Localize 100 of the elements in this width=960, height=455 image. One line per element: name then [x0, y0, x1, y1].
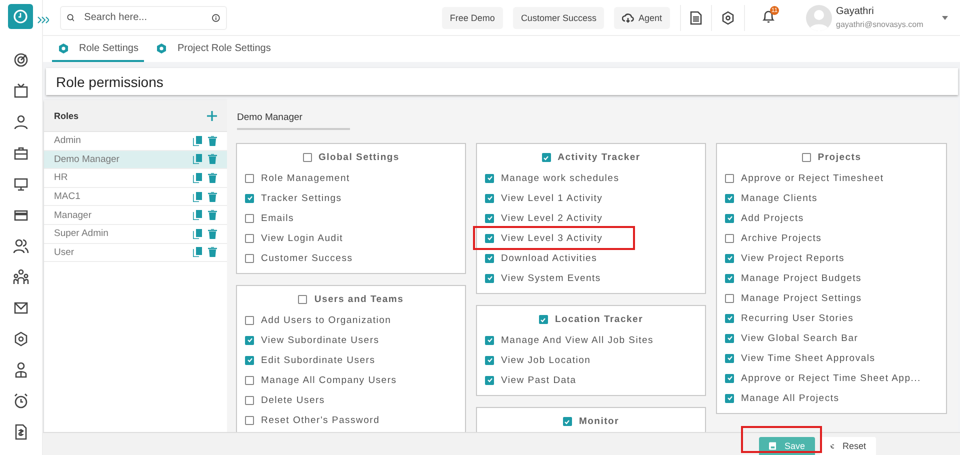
checkbox[interactable] — [485, 234, 494, 242]
permission-label: Emails — [261, 212, 294, 224]
app-logo[interactable] — [8, 4, 33, 29]
permission-label: View Global Search Bar — [741, 332, 858, 344]
permission-label: Tracker Settings — [261, 192, 342, 204]
trash-icon[interactable] — [208, 192, 217, 202]
copy-icon[interactable] — [193, 228, 202, 239]
trash-icon[interactable] — [208, 172, 217, 183]
checkbox[interactable] — [725, 274, 734, 282]
invoice-icon[interactable] — [13, 424, 29, 440]
checkbox[interactable] — [485, 274, 494, 282]
monitor-icon[interactable] — [13, 176, 29, 192]
trash-icon[interactable] — [208, 210, 217, 220]
group-title: Monitor — [578, 416, 620, 427]
reset-button[interactable]: Reset — [820, 437, 876, 455]
checkbox[interactable] — [485, 214, 494, 222]
permission-label: Manage work schedules — [501, 172, 620, 184]
checkbox[interactable] — [538, 315, 548, 324]
checkbox[interactable] — [725, 314, 734, 322]
alarm-clock-icon[interactable] — [13, 393, 29, 409]
checkbox[interactable] — [725, 334, 734, 342]
checkbox[interactable] — [245, 336, 254, 344]
checkbox[interactable] — [725, 294, 734, 302]
permission-label: Role Management — [261, 172, 350, 184]
header-button[interactable]: Customer Success — [512, 6, 604, 28]
checkbox[interactable] — [485, 376, 494, 384]
trash-icon[interactable] — [208, 154, 217, 164]
users-icon[interactable] — [13, 238, 29, 254]
trash-icon[interactable] — [208, 136, 217, 146]
group-title: Activity Tracker — [558, 152, 640, 163]
settings-icon[interactable] — [721, 10, 735, 24]
settings-icon[interactable] — [13, 331, 29, 347]
permission-label: View System Events — [501, 272, 601, 284]
checkbox[interactable] — [298, 295, 308, 304]
role-item[interactable]: Manager — [44, 206, 227, 225]
tv-icon[interactable] — [13, 83, 29, 99]
permission-label: Approve or Reject Time Sheet App... — [741, 372, 921, 384]
expand-chevrons-icon[interactable] — [37, 16, 49, 24]
checkbox[interactable] — [245, 234, 254, 242]
document-icon[interactable] — [690, 10, 702, 24]
checkbox[interactable] — [562, 417, 572, 426]
mail-icon[interactable] — [13, 300, 29, 316]
role-item[interactable]: User — [44, 244, 227, 262]
checkbox[interactable] — [725, 374, 734, 382]
page-title: Role permissions — [46, 68, 958, 95]
checkbox[interactable] — [245, 254, 254, 262]
target-icon[interactable] — [13, 52, 29, 68]
checkbox[interactable] — [725, 194, 734, 202]
permission-label: Approve or Reject Timesheet — [741, 172, 884, 184]
copy-icon[interactable] — [193, 210, 202, 220]
checkbox[interactable] — [485, 356, 494, 364]
checkbox[interactable] — [725, 394, 734, 402]
copy-icon[interactable] — [193, 136, 202, 146]
checkbox[interactable] — [245, 416, 254, 424]
checkbox[interactable] — [725, 174, 734, 182]
header-button[interactable]: Free Demo — [442, 6, 503, 28]
role-item[interactable]: Super Admin — [44, 224, 227, 244]
role-item[interactable]: Demo Manager — [44, 150, 227, 170]
caret-icon[interactable] — [942, 16, 948, 20]
checkbox[interactable] — [725, 214, 734, 222]
copy-icon[interactable] — [193, 154, 202, 164]
checkbox[interactable] — [485, 174, 494, 182]
checkbox[interactable] — [245, 316, 254, 324]
checkbox[interactable] — [245, 356, 254, 364]
add-icon[interactable] — [207, 110, 217, 120]
trash-icon[interactable] — [208, 228, 217, 239]
permission-label: Manage Clients — [741, 192, 818, 204]
user-icon[interactable] — [13, 114, 29, 130]
copy-icon[interactable] — [193, 172, 202, 183]
checkbox[interactable] — [725, 254, 734, 262]
permission-label: Archive Projects — [741, 232, 822, 244]
trash-icon[interactable] — [208, 247, 217, 258]
checkbox[interactable] — [485, 194, 494, 202]
role-item[interactable]: HR — [44, 169, 227, 188]
checkbox[interactable] — [245, 376, 254, 384]
search-field[interactable]: Search here... — [60, 6, 227, 30]
tab[interactable]: Project Role Settings — [150, 36, 277, 62]
info-icon — [212, 12, 220, 24]
checkbox[interactable] — [542, 153, 551, 162]
checkbox[interactable] — [485, 336, 494, 344]
checkbox[interactable] — [802, 153, 811, 162]
checkbox[interactable] — [245, 174, 254, 182]
checkbox[interactable] — [302, 153, 312, 162]
checkbox[interactable] — [725, 354, 734, 362]
role-item[interactable]: Admin — [44, 132, 227, 151]
role-item[interactable]: MAC1 — [44, 188, 227, 206]
header-button[interactable]: Agent — [614, 6, 670, 28]
copy-icon[interactable] — [193, 192, 202, 202]
team-icon[interactable] — [13, 269, 29, 285]
checkbox[interactable] — [725, 234, 734, 242]
checkbox[interactable] — [245, 194, 254, 202]
briefcase-icon[interactable] — [13, 145, 29, 161]
person-icon[interactable] — [13, 362, 29, 378]
permission-label: Recurring User Stories — [741, 312, 854, 324]
checkbox[interactable] — [245, 214, 254, 222]
checkbox[interactable] — [245, 396, 254, 404]
role-name-field[interactable]: Demo Manager — [237, 112, 350, 130]
checkbox[interactable] — [485, 254, 494, 262]
permission-label: Manage All Projects — [741, 392, 840, 404]
copy-icon[interactable] — [193, 247, 202, 258]
